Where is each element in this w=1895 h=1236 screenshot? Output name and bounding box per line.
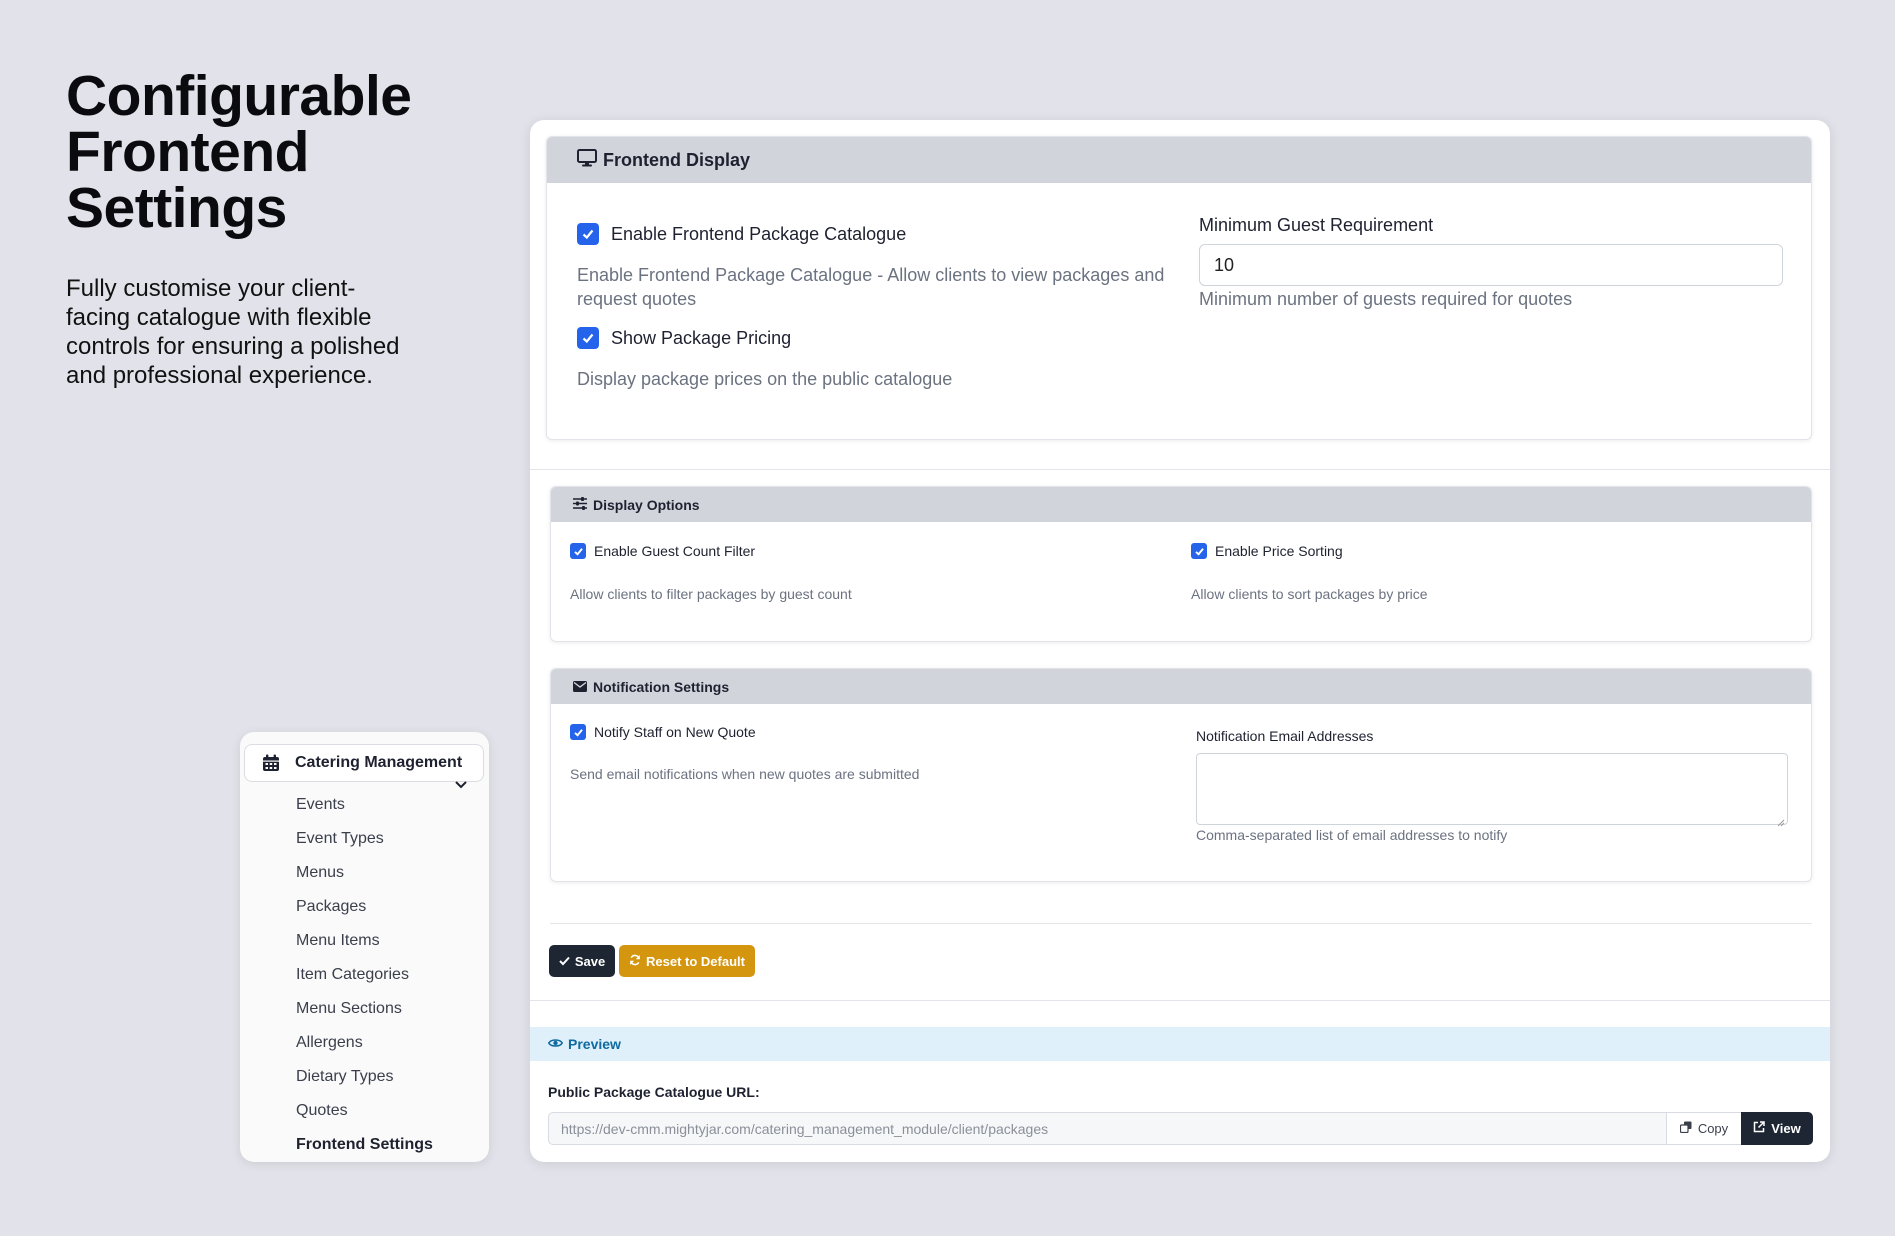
min-guests-input[interactable]: 10 bbox=[1199, 244, 1783, 286]
divider bbox=[530, 469, 1830, 470]
frontend-display-card: Frontend Display Enable Frontend Package… bbox=[546, 136, 1812, 440]
notify-staff-checkbox[interactable]: Notify Staff on New Quote bbox=[570, 724, 756, 740]
refresh-icon bbox=[629, 954, 646, 969]
external-link-icon bbox=[1753, 1121, 1771, 1136]
preview-header: Preview bbox=[530, 1027, 1830, 1061]
checkbox-label: Enable Frontend Package Catalogue bbox=[611, 223, 907, 244]
hero-title-line: Frontend bbox=[66, 120, 309, 184]
divider bbox=[530, 1000, 1830, 1001]
sidebar-item-event-types[interactable]: Event Types bbox=[296, 822, 433, 856]
hero-title-line: Configurable bbox=[66, 64, 412, 128]
sidebar-nav: Events Event Types Menus Packages Menu I… bbox=[296, 788, 433, 1162]
checkbox-label: Enable Guest Count Filter bbox=[594, 543, 756, 559]
sidebar-group-label: Catering Management bbox=[295, 754, 463, 771]
sidebar-item-quotes[interactable]: Quotes bbox=[296, 1094, 433, 1128]
checkbox-label: Notify Staff on New Quote bbox=[594, 724, 756, 740]
sidebar-item-dietary-types[interactable]: Dietary Types bbox=[296, 1060, 433, 1094]
sidebar-item-menu-items[interactable]: Menu Items bbox=[296, 924, 433, 958]
sidebar-item-frontend-settings[interactable]: Frontend Settings bbox=[296, 1128, 433, 1162]
sidebar-item-allergens[interactable]: Allergens bbox=[296, 1026, 433, 1060]
checkbox-checked[interactable] bbox=[577, 223, 599, 245]
sidebar-group-catering-management[interactable]: Catering Management bbox=[244, 744, 484, 782]
enable-catalogue-checkbox[interactable]: Enable Frontend Package Catalogue bbox=[577, 223, 906, 245]
settings-panel: Frontend Display Enable Frontend Package… bbox=[530, 120, 1830, 1162]
save-button[interactable]: Save bbox=[549, 945, 615, 977]
hero-subtitle: Fully customise your client-facing catal… bbox=[66, 275, 400, 389]
hero-title: Configurable Frontend Settings bbox=[66, 64, 412, 240]
help-text: Send email notifications when new quotes… bbox=[570, 766, 920, 782]
copy-icon bbox=[1679, 1121, 1698, 1136]
resize-grip-icon[interactable] bbox=[1777, 814, 1785, 827]
help-text: Allow clients to sort packages by price bbox=[1191, 586, 1428, 602]
sidebar-item-events[interactable]: Events bbox=[296, 788, 433, 822]
check-icon bbox=[559, 954, 575, 969]
save-button-label: Save bbox=[574, 953, 606, 969]
eye-icon bbox=[547, 1036, 568, 1052]
reset-to-default-button[interactable]: Reset to Default bbox=[619, 945, 755, 977]
view-catalogue-button[interactable]: View bbox=[1741, 1112, 1813, 1145]
preview-title: Preview bbox=[568, 1036, 621, 1052]
calendar-icon bbox=[261, 753, 281, 773]
sidebar-item-packages[interactable]: Packages bbox=[296, 890, 433, 924]
checkbox-checked[interactable] bbox=[1191, 543, 1207, 559]
sidebar-item-menus[interactable]: Menus bbox=[296, 856, 433, 890]
guest-filter-checkbox[interactable]: Enable Guest Count Filter bbox=[570, 543, 755, 559]
notification-emails-label: Notification Email Addresses bbox=[1196, 728, 1374, 744]
checkbox-label: Show Package Pricing bbox=[611, 327, 792, 348]
copy-button-label: Copy bbox=[1697, 1121, 1729, 1136]
hero-title-line: Settings bbox=[66, 176, 287, 240]
view-button-label: View bbox=[1771, 1121, 1801, 1136]
help-text: Minimum number of guests required for qu… bbox=[1199, 289, 1573, 309]
card-title: Display Options bbox=[593, 496, 700, 513]
catalogue-url-input[interactable]: https://dev-cmm.mightyjar.com/catering_m… bbox=[548, 1112, 1668, 1145]
chevron-down-icon[interactable] bbox=[453, 778, 469, 792]
checkbox-label: Enable Price Sorting bbox=[1215, 543, 1343, 559]
sidebar-item-menu-sections[interactable]: Menu Sections bbox=[296, 992, 433, 1026]
card-header: Notification Settings bbox=[551, 669, 1811, 704]
monitor-icon bbox=[577, 148, 603, 172]
reset-button-label: Reset to Default bbox=[646, 953, 745, 969]
checkbox-checked[interactable] bbox=[570, 543, 586, 559]
help-text: Enable Frontend Package Catalogue - Allo… bbox=[577, 265, 1165, 309]
checkbox-checked[interactable] bbox=[570, 724, 586, 740]
sidebar-card: Catering Management Events Event Types M… bbox=[240, 732, 489, 1162]
card-title: Frontend Display bbox=[603, 149, 751, 170]
copy-url-button[interactable]: Copy bbox=[1666, 1112, 1742, 1145]
help-text: Allow clients to filter packages by gues… bbox=[570, 586, 852, 602]
envelope-icon bbox=[573, 679, 593, 695]
min-guests-label: Minimum Guest Requirement bbox=[1199, 215, 1434, 235]
sidebar-item-item-categories[interactable]: Item Categories bbox=[296, 958, 433, 992]
card-header: Display Options bbox=[551, 487, 1811, 522]
show-pricing-checkbox[interactable]: Show Package Pricing bbox=[577, 327, 791, 349]
price-sorting-checkbox[interactable]: Enable Price Sorting bbox=[1191, 543, 1343, 559]
checkbox-checked[interactable] bbox=[577, 327, 599, 349]
card-header: Frontend Display bbox=[547, 137, 1811, 183]
notification-emails-textarea[interactable] bbox=[1196, 753, 1788, 827]
display-options-card: Display Options Enable Guest Count Filte… bbox=[550, 486, 1812, 642]
card-title: Notification Settings bbox=[593, 678, 730, 695]
help-text: Display package prices on the public cat… bbox=[577, 369, 953, 389]
divider bbox=[550, 923, 1812, 924]
help-text: Comma-separated list of email addresses … bbox=[1196, 827, 1508, 843]
notification-settings-card: Notification Settings Notify Staff on Ne… bbox=[550, 668, 1812, 882]
catalogue-url-label: Public Package Catalogue URL: bbox=[548, 1084, 760, 1100]
sliders-icon bbox=[573, 496, 593, 513]
